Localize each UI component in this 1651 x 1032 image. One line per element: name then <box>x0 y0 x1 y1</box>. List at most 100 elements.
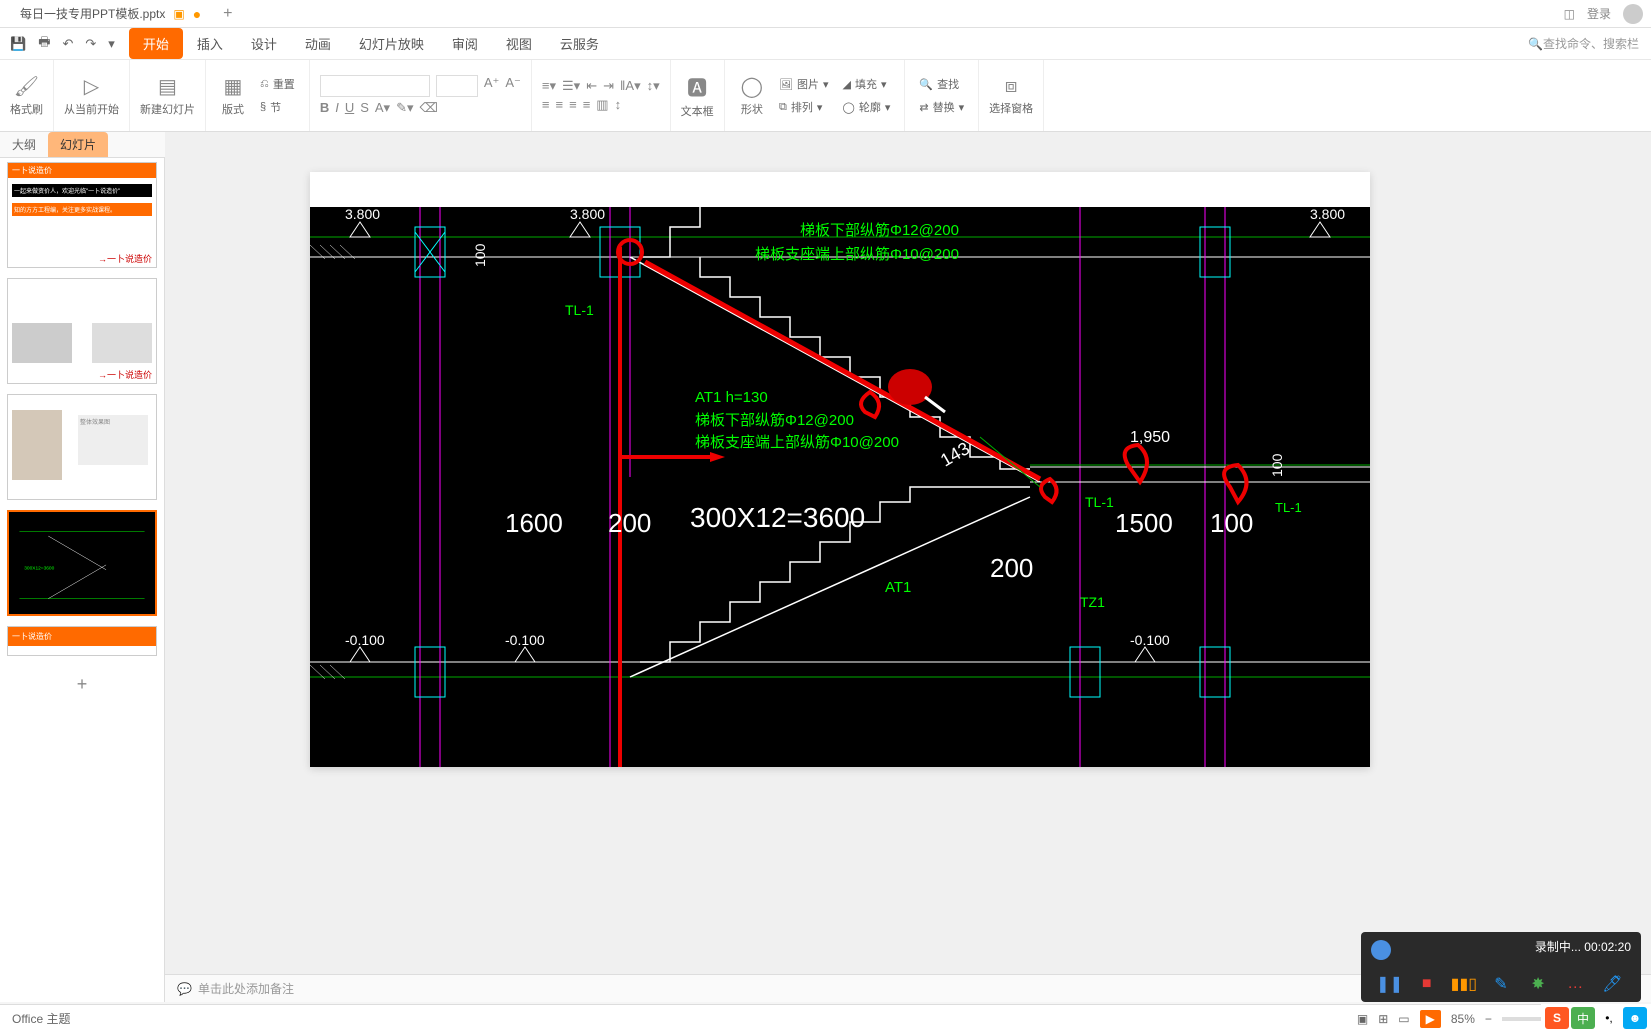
thumb2-img2 <box>92 323 152 363</box>
layout-label: 版式 <box>222 101 244 117</box>
tab-start[interactable]: 开始 <box>129 28 183 59</box>
align-center-icon[interactable]: ≡ <box>556 97 564 113</box>
tab-slides[interactable]: 幻灯片 <box>48 132 108 157</box>
clear-format-icon[interactable]: ⌫ <box>420 100 438 116</box>
ime-emoji-icon[interactable]: ☻ <box>1623 1007 1647 1029</box>
fill-button[interactable]: ◢填充▾ <box>839 74 895 94</box>
slide-thumb-5[interactable]: 一卜说造价 <box>7 626 157 656</box>
save-icon[interactable]: 💾 <box>4 32 32 56</box>
pause-button[interactable]: ❚❚ <box>1378 972 1402 996</box>
svg-text:300X12=3600: 300X12=3600 <box>24 566 54 572</box>
play-from-current-button[interactable]: ▷ 从当前开始 <box>54 60 130 131</box>
cad-dim-100v: 100 <box>472 243 488 267</box>
arrange-button[interactable]: ⧉排列▾ <box>775 97 833 117</box>
shapes-button[interactable]: ◯ 形状 <box>735 72 769 119</box>
decrease-font-icon[interactable]: A⁻ <box>505 75 521 97</box>
underline-icon[interactable]: U <box>345 100 354 116</box>
login-label[interactable]: 登录 <box>1587 5 1611 22</box>
slide-thumb-2[interactable]: →一卜说造价 <box>7 278 157 384</box>
format-painter-button[interactable]: 🖌 格式刷 <box>0 60 54 131</box>
italic-icon[interactable]: I <box>335 100 339 116</box>
columns-icon[interactable]: ▥ <box>596 97 608 113</box>
replace-button[interactable]: ⇄替换▾ <box>915 97 968 117</box>
tab-design[interactable]: 设计 <box>237 28 291 59</box>
modified-indicator: ● <box>193 6 201 22</box>
find-button[interactable]: 🔍查找 <box>915 74 968 94</box>
text-direction-icon[interactable]: ↕▾ <box>647 78 660 94</box>
file-name: 每日一技专用PPT模板.pptx <box>20 5 165 22</box>
align-right-icon[interactable]: ≡ <box>569 97 577 113</box>
file-tab[interactable]: 每日一技专用PPT模板.pptx ▣ ● <box>8 1 213 26</box>
font-color-icon[interactable]: A▾ <box>375 100 390 116</box>
font-size-select[interactable] <box>436 75 478 97</box>
stop-button[interactable]: ■ <box>1415 972 1439 996</box>
font-family-select[interactable] <box>320 75 430 97</box>
outline-icon: ◯ <box>843 101 855 114</box>
section-button[interactable]: §节 <box>256 97 299 117</box>
search-box[interactable]: 🔍 查找命令、搜索栏 <box>1528 35 1647 52</box>
strike-icon[interactable]: S <box>360 100 369 116</box>
picture-button[interactable]: 🖼图片▾ <box>775 74 833 94</box>
camera-icon <box>1371 940 1391 960</box>
view-sorter-icon[interactable]: ⊞ <box>1378 1012 1388 1026</box>
increase-font-icon[interactable]: A⁺ <box>484 75 500 97</box>
reset-icon: ⎌ <box>260 78 269 91</box>
tab-view[interactable]: 视图 <box>492 28 546 59</box>
bullets-icon[interactable]: ≡▾ <box>542 78 556 94</box>
indent-inc-icon[interactable]: ⇥ <box>603 78 614 94</box>
layout-button[interactable]: ▦ 版式 <box>216 72 250 119</box>
align-left-icon[interactable]: ≡ <box>542 97 550 113</box>
present-icon[interactable]: ▣ <box>173 7 184 21</box>
avatar[interactable] <box>1623 4 1643 24</box>
print-icon[interactable]: 🖶 <box>32 29 56 59</box>
select-pane-label: 选择窗格 <box>989 100 1033 116</box>
cad-tz1: TZ1 <box>1080 594 1105 610</box>
tab-cloud[interactable]: 云服务 <box>546 28 613 59</box>
window-mode-icon[interactable]: ◫ <box>1564 7 1575 21</box>
select-pane-button[interactable]: ⧈ 选择窗格 <box>979 60 1044 131</box>
ime-punct-icon[interactable]: •, <box>1597 1007 1621 1029</box>
align-justify-icon[interactable]: ≡ <box>583 97 591 113</box>
outline-button[interactable]: ◯轮廓▾ <box>839 97 895 117</box>
indent-dec-icon[interactable]: ⇤ <box>586 78 597 94</box>
ribbon: 🖌 格式刷 ▷ 从当前开始 ▤ 新建幻灯片 ▦ 版式 ⎌重置 §节 A⁺ A⁻ … <box>0 60 1651 132</box>
numbering-icon[interactable]: ☰▾ <box>562 78 580 94</box>
align-v-icon[interactable]: ↕ <box>615 97 622 113</box>
qa-dropdown-icon[interactable]: ▾ <box>102 32 121 56</box>
annotate-button[interactable]: ✎ <box>1489 972 1513 996</box>
slide-canvas[interactable]: 3.800 3.800 3.800 -0.100 -0.100 -0.100 T… <box>310 172 1370 767</box>
cad-tl1: TL-1 <box>565 302 594 318</box>
slide-thumb-4[interactable]: 300X12=3600 <box>7 510 157 616</box>
textbox-button[interactable]: 🅰 文本框 <box>671 60 725 131</box>
paragraph-group: ≡▾ ☰▾ ⇤ ⇥ ‖A▾ ↕▾ ≡ ≡ ≡ ≡ ▥ ↕ <box>532 60 671 131</box>
ime-chinese-icon[interactable]: 中 <box>1571 1007 1595 1029</box>
tools-button[interactable]: … <box>1563 972 1587 996</box>
add-slide-button[interactable]: + <box>0 666 164 703</box>
ime-sogou-icon[interactable]: S <box>1545 1007 1569 1029</box>
tab-outline[interactable]: 大纲 <box>0 132 48 157</box>
cad-dim-100v2: 100 <box>1269 453 1285 477</box>
new-tab-button[interactable]: + <box>223 5 232 23</box>
slide-thumb-3[interactable]: 整体效果图 <box>7 394 157 500</box>
new-slide-button[interactable]: ▤ 新建幻灯片 <box>130 60 206 131</box>
slide-thumb-1[interactable]: 一卜说造价 一起来做资价人，欢迎光临"一卜说造价" 知的方方工程编，关注更多实战… <box>7 162 157 268</box>
highlight-icon[interactable]: ✎▾ <box>396 100 413 116</box>
undo-icon[interactable]: ↶ <box>56 32 79 56</box>
view-normal-icon[interactable]: ▣ <box>1357 1012 1368 1026</box>
brush-button[interactable]: 🖊 <box>1600 972 1624 996</box>
tab-slideshow[interactable]: 幻灯片放映 <box>345 28 438 59</box>
audio-level-icon[interactable]: ▮▮▯ <box>1452 972 1476 996</box>
line-spacing-icon[interactable]: ‖A▾ <box>620 78 641 94</box>
reset-button[interactable]: ⎌重置 <box>256 74 299 94</box>
bold-icon[interactable]: B <box>320 100 329 116</box>
zoom-out-icon[interactable]: − <box>1485 1012 1492 1026</box>
tab-insert[interactable]: 插入 <box>183 28 237 59</box>
view-reading-icon[interactable]: ▭ <box>1398 1012 1409 1026</box>
tab-animation[interactable]: 动画 <box>291 28 345 59</box>
font-group: A⁺ A⁻ B I U S A▾ ✎▾ ⌫ <box>310 60 532 131</box>
spotlight-button[interactable]: ✸ <box>1526 972 1550 996</box>
recording-overlay: 录制中... 00:02:20 ❚❚ ■ ▮▮▯ ✎ ✸ … 🖊 <box>1361 932 1641 1002</box>
view-slideshow-icon[interactable]: ▶ <box>1420 1010 1441 1028</box>
redo-icon[interactable]: ↷ <box>79 32 102 56</box>
tab-review[interactable]: 审阅 <box>438 28 492 59</box>
